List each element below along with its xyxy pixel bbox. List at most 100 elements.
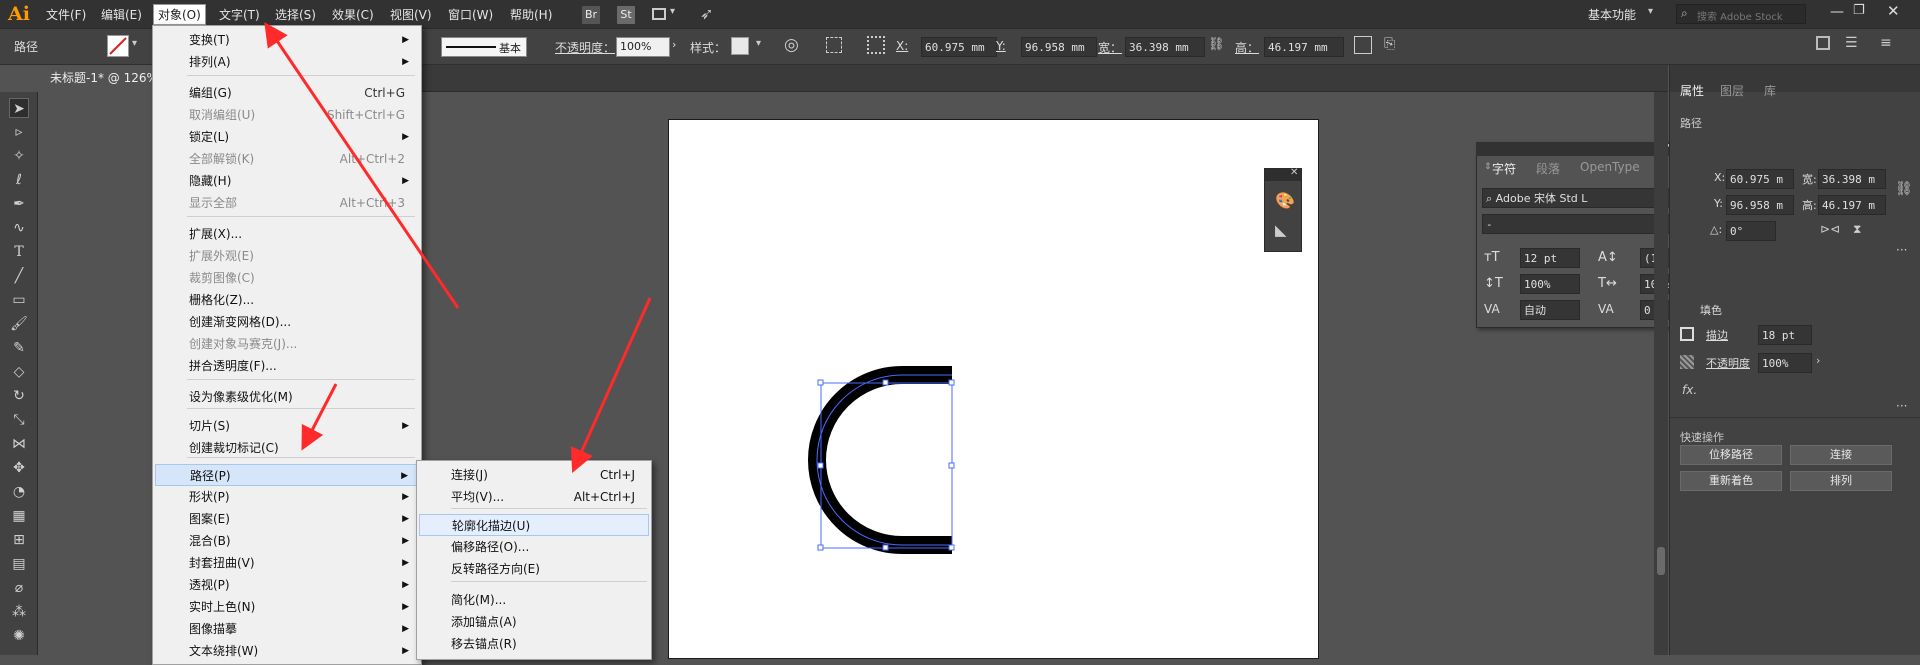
- tab-properties[interactable]: 属性: [1680, 82, 1704, 99]
- path-submenu-item[interactable]: 偏移路径(O)...: [419, 536, 649, 558]
- tab-opentype[interactable]: OpenType: [1580, 160, 1640, 174]
- object-menu-item[interactable]: 路径(P) ▶: [155, 464, 419, 486]
- join-button[interactable]: 连接: [1790, 445, 1892, 465]
- more-options-icon[interactable]: ···: [1896, 399, 1907, 413]
- tab-layers[interactable]: 图层: [1720, 82, 1744, 99]
- object-menu-item[interactable]: 设为像素级优化(M): [155, 386, 419, 408]
- fx-icon[interactable]: fx.: [1682, 383, 1697, 397]
- style-swatch[interactable]: [731, 37, 749, 55]
- props-angle-field[interactable]: 0°: [1726, 221, 1776, 241]
- kerning-field[interactable]: 自动: [1520, 300, 1580, 320]
- props-y-field[interactable]: 96.958 m: [1726, 195, 1794, 215]
- fill-swatch[interactable]: [107, 35, 129, 57]
- object-menu-item[interactable]: 扩展外观(E): [155, 245, 419, 267]
- object-menu-item[interactable]: 创建裁切标记(C): [155, 437, 419, 459]
- recolor-icon[interactable]: ◎: [784, 35, 799, 55]
- chevron-right-icon[interactable]: ›: [672, 38, 676, 51]
- path-submenu-item[interactable]: 反转路径方向(E): [419, 558, 649, 580]
- menu-file[interactable]: 文件(F): [46, 6, 86, 23]
- object-menu-item[interactable]: 创建对象马赛克(J)...: [155, 333, 419, 355]
- chevron-down-icon[interactable]: ▾: [1648, 6, 1653, 17]
- transform-icon[interactable]: [1354, 36, 1372, 54]
- arc-path-stroke[interactable]: [808, 366, 952, 554]
- arrange-panels-icon[interactable]: [1816, 36, 1830, 50]
- props-opacity-label[interactable]: 不透明度: [1706, 355, 1750, 371]
- path-submenu-item[interactable]: 连接(J) Ctrl+J: [419, 464, 649, 486]
- unlink-icon[interactable]: ⛓: [1895, 181, 1913, 197]
- width-tool-icon[interactable]: ⋈: [9, 434, 29, 454]
- gradient-tool-icon[interactable]: ▤: [9, 554, 29, 574]
- object-menu-item[interactable]: 裁剪图像(C): [155, 267, 419, 289]
- opacity-field[interactable]: 100%: [616, 37, 670, 57]
- perspective-grid-tool-icon[interactable]: ▦: [9, 506, 29, 526]
- object-menu-item[interactable]: 变换(T) ▶: [155, 29, 419, 51]
- object-menu-item[interactable]: 文本绕排(W) ▶: [155, 640, 419, 662]
- paintbrush-tool-icon[interactable]: 🖌: [9, 314, 29, 334]
- object-menu-item[interactable]: 透视(P) ▶: [155, 574, 419, 596]
- eraser-tool-icon[interactable]: ◇: [9, 362, 29, 382]
- transform-reference-icon[interactable]: [867, 36, 885, 54]
- chevron-down-icon[interactable]: ▾: [132, 38, 137, 49]
- pen-tool-icon[interactable]: ✒: [9, 194, 29, 214]
- stroke-weight-field[interactable]: 18 pt: [1758, 325, 1812, 345]
- minimize-icon[interactable]: —: [1830, 4, 1844, 20]
- send-icon[interactable]: ➶: [700, 4, 713, 23]
- object-menu-item[interactable]: 形状(P) ▶: [155, 486, 419, 508]
- object-menu-item[interactable]: 混合(B) ▶: [155, 530, 419, 552]
- lasso-tool-icon[interactable]: ℓ: [9, 170, 29, 190]
- tab-paragraph[interactable]: 段落: [1536, 160, 1560, 177]
- recolor-button[interactable]: 重新着色: [1680, 471, 1782, 491]
- path-submenu-item[interactable]: 平均(V)... Alt+Ctrl+J: [419, 486, 649, 508]
- object-menu-item[interactable]: 取消编组(U) Shift+Ctrl+G: [155, 104, 419, 126]
- menu-view[interactable]: 视图(V): [390, 6, 432, 23]
- selection-tool-icon[interactable]: ➤: [9, 98, 29, 118]
- stock-icon[interactable]: St: [617, 6, 635, 24]
- canvas-vertical-scrollbar[interactable]: [1654, 92, 1668, 655]
- menu-effect[interactable]: 效果(C): [332, 6, 374, 23]
- expand-icon[interactable]: ⇕: [1484, 162, 1492, 172]
- document-tab[interactable]: 未标题-1* @ 126%: [38, 65, 164, 92]
- tab-character[interactable]: 字符: [1492, 160, 1516, 177]
- menu-type[interactable]: 文字(T): [219, 6, 260, 23]
- magic-wand-tool-icon[interactable]: ✧: [9, 146, 29, 166]
- flip-horizontal-icon[interactable]: ⊳⊲: [1820, 222, 1840, 236]
- menu-edit[interactable]: 编辑(E): [101, 6, 142, 23]
- props-x-field[interactable]: 60.975 m: [1726, 169, 1794, 189]
- rectangle-tool-icon[interactable]: ▭: [9, 290, 29, 310]
- object-menu-item[interactable]: 封套扭曲(V) ▶: [155, 552, 419, 574]
- arrange-button[interactable]: 排列: [1790, 471, 1892, 491]
- props-h-field[interactable]: 46.197 m: [1818, 195, 1886, 215]
- vertical-scale-field[interactable]: 100%: [1520, 274, 1580, 294]
- object-menu-item[interactable]: 扩展(X)...: [155, 223, 419, 245]
- workspace-switcher[interactable]: 基本功能: [1588, 6, 1636, 23]
- chevron-right-icon[interactable]: ›: [1816, 354, 1820, 367]
- more-options-icon[interactable]: ···: [1896, 243, 1907, 257]
- shape-builder-tool-icon[interactable]: ◔: [9, 482, 29, 502]
- menu-help[interactable]: 帮助(H): [510, 6, 552, 23]
- tab-libraries[interactable]: 库: [1764, 82, 1776, 99]
- curvature-tool-icon[interactable]: ∿: [9, 218, 29, 238]
- object-menu-item[interactable]: 隐藏(H) ▶: [155, 170, 419, 192]
- blend-tool-icon[interactable]: ⁂: [9, 602, 29, 622]
- eyedropper-tool-icon[interactable]: ⌀: [9, 578, 29, 598]
- restore-icon[interactable]: ❐: [1853, 3, 1865, 18]
- object-menu-item[interactable]: 栅格化(Z)...: [155, 289, 419, 311]
- scrollbar-thumb[interactable]: [1657, 547, 1665, 575]
- align-panel-icon[interactable]: ☰: [1845, 35, 1858, 51]
- close-icon[interactable]: ✕: [1887, 2, 1900, 20]
- chevron-down-icon[interactable]: ▾: [756, 38, 761, 49]
- object-menu-item[interactable]: 图案(E) ▶: [155, 508, 419, 530]
- flip-vertical-icon[interactable]: ⧗: [1853, 222, 1861, 237]
- arrange-documents-icon[interactable]: [652, 8, 666, 20]
- offset-path-button[interactable]: 位移路径: [1680, 445, 1782, 465]
- props-w-field[interactable]: 36.398 m: [1818, 169, 1886, 189]
- path-submenu-item[interactable]: 移去锚点(R): [419, 633, 649, 655]
- object-menu-item[interactable]: 显示全部 Alt+Ctrl+3: [155, 192, 419, 214]
- h-field[interactable]: 46.197 mm: [1264, 37, 1344, 57]
- object-menu-item[interactable]: 拼合透明度(F)...: [155, 355, 419, 377]
- y-field[interactable]: 96.958 mm: [1021, 37, 1097, 57]
- artboard[interactable]: [668, 119, 1319, 659]
- font-size-field[interactable]: 12 pt: [1520, 248, 1580, 268]
- stroke-swatch[interactable]: [1680, 327, 1694, 341]
- scale-tool-icon[interactable]: ⤡: [9, 410, 29, 430]
